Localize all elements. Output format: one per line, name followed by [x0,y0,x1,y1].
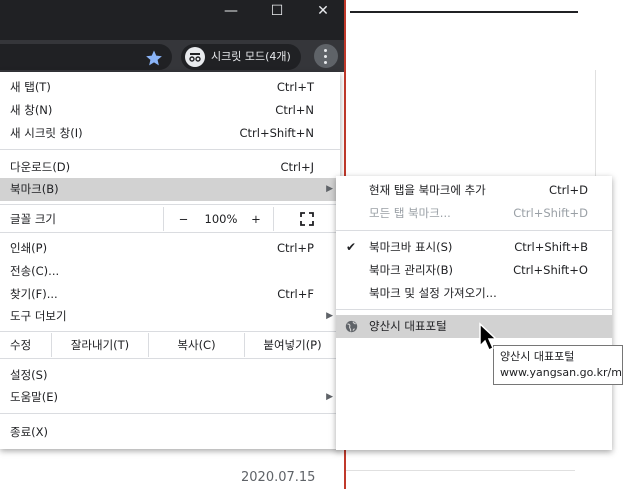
menu-item-exit[interactable]: 종료(X) [0,421,340,444]
zoom-level: 100% [204,212,238,226]
submenu-item-shortcut: Ctrl+Shift+B [514,240,588,254]
menu-item-cast[interactable]: 전송(C)... [0,260,340,283]
incognito-icon [185,47,205,67]
menu-item-shortcut: Ctrl+P [276,241,314,255]
kebab-dot-icon [324,61,327,64]
menu-item-label: 도움말(E) [10,390,58,404]
zoom-out-button[interactable]: − [163,207,203,231]
menu-item-label: 찾기(F)... [10,287,58,301]
edit-label: 수정 [10,338,32,352]
submenu-item-shortcut: Ctrl+Shift+D [513,206,588,220]
menu-item-shortcut: Ctrl+Shift+N [239,126,314,140]
submenu-item-bookmark-manager[interactable]: 북마크 관리자(B) Ctrl+Shift+O [336,259,612,282]
menu-item-label: 전송(C)... [10,264,60,278]
menu-item-label: 새 탭(T) [10,80,51,94]
submenu-arrow-icon: ▶ [326,184,333,194]
submenu-arrow-icon: ▶ [326,392,333,402]
menu-item-shortcut: Ctrl+T [276,80,314,94]
submenu-item-bookmark-all: 모든 탭 북마크... Ctrl+Shift+D [336,202,612,225]
kebab-dot-icon [324,55,327,58]
star-icon[interactable] [145,49,163,67]
submenu-item-shortcut: Ctrl+Shift+O [513,263,588,277]
paste-button[interactable]: 붙여넣기(P) [244,333,340,357]
menu-item-settings[interactable]: 설정(S) [0,364,340,387]
checkmark-icon: ✔ [346,240,357,254]
fullscreen-button[interactable] [273,207,340,231]
submenu-item-label: 북마크 및 설정 가져오기... [369,286,497,300]
submenu-item-shortcut: Ctrl+D [549,183,588,197]
menu-separator [0,149,340,150]
menu-separator [0,331,340,332]
title-bar: — ☐ ✕ [0,0,344,40]
menu-item-shortcut: Ctrl+F [277,287,314,301]
more-menu-button[interactable] [314,44,338,68]
menu-separator [0,358,340,359]
tooltip-title: 양산시 대표포털 [500,350,575,363]
submenu-item-label: 현재 탭을 북마크에 추가 [369,183,486,197]
menu-item-shortcut: Ctrl+N [275,103,314,117]
submenu-item-label: 모든 탭 북마크... [369,206,451,220]
cut-button[interactable]: 잘라내기(T) [51,333,148,357]
submenu-item-bookmark-tab[interactable]: 현재 탭을 북마크에 추가 Ctrl+D [336,179,612,202]
copy-button[interactable]: 복사(C) [148,333,244,357]
address-bar[interactable] [0,44,172,70]
submenu-arrow-icon: ▶ [326,311,333,321]
menu-separator [0,204,340,205]
menu-item-label: 도구 더보기 [10,309,67,323]
zoom-row: 글꼴 크기 − 100% + [0,207,340,231]
menu-item-find[interactable]: 찾기(F)... Ctrl+F [0,283,340,306]
menu-item-help[interactable]: 도움말(E) ▶ [0,386,340,409]
page-divider [350,11,578,13]
menu-item-label: 북마크(B) [10,182,59,196]
submenu-item-import[interactable]: 북마크 및 설정 가져오기... [336,282,612,305]
menu-item-label: 새 창(N) [10,103,53,117]
globe-icon [345,320,358,333]
submenu-item-label: 북마크바 표시(S) [369,240,453,254]
menu-separator [0,232,340,233]
maximize-button[interactable]: ☐ [254,0,300,24]
tooltip-url: www.yangsan.go.kr/ma [500,366,623,379]
mouse-cursor-icon [479,322,498,352]
incognito-label: 시크릿 모드(4개) [211,50,291,63]
submenu-item-show-bookmark-bar[interactable]: ✔ 북마크바 표시(S) Ctrl+Shift+B [336,236,612,259]
submenu-item-label: 양산시 대표포털 [369,319,447,333]
menu-item-label: 설정(S) [10,368,48,382]
menu-item-print[interactable]: 인쇄(P) Ctrl+P [0,237,340,260]
menu-item-more-tools[interactable]: 도구 더보기 ▶ [0,305,340,328]
chrome-main-menu: 새 탭(T) Ctrl+T 새 창(N) Ctrl+N 새 시크릿 창(I) C… [0,72,340,449]
menu-item-shortcut: Ctrl+J [280,160,315,174]
bookmark-tooltip: 양산시 대표포털 www.yangsan.go.kr/ma [493,345,623,385]
edit-row: 수정 잘라내기(T) 복사(C) 붙여넣기(P) [0,333,340,357]
menu-item-new-tab[interactable]: 새 탭(T) Ctrl+T [0,76,340,99]
incognito-indicator[interactable]: 시크릿 모드(4개) [181,44,301,70]
menu-item-label: 새 시크릿 창(I) [10,126,83,140]
menu-separator [336,230,612,231]
zoom-in-button[interactable]: + [239,207,273,231]
menu-separator [0,413,340,414]
list-date: 2020.07.15 [241,470,316,485]
page-panel-bottom-border [335,470,575,471]
menu-item-label: 다운로드(D) [10,160,71,174]
zoom-label: 글꼴 크기 [10,212,56,226]
toolbar: 시크릿 모드(4개) [0,40,344,72]
bookmark-item-yangsan[interactable]: 양산시 대표포털 [336,315,612,338]
menu-item-bookmarks[interactable]: 북마크(B) ▶ [0,178,340,201]
fullscreen-icon [300,212,314,226]
menu-item-new-incognito[interactable]: 새 시크릿 창(I) Ctrl+Shift+N [0,122,340,145]
bookmarks-submenu: 현재 탭을 북마크에 추가 Ctrl+D 모든 탭 북마크... Ctrl+Sh… [336,176,612,450]
close-button[interactable]: ✕ [300,0,346,24]
menu-item-label: 인쇄(P) [10,241,48,255]
menu-separator [336,309,612,310]
kebab-dot-icon [324,49,327,52]
submenu-item-label: 북마크 관리자(B) [369,263,453,277]
menu-item-downloads[interactable]: 다운로드(D) Ctrl+J [0,156,340,179]
menu-item-new-window[interactable]: 새 창(N) Ctrl+N [0,99,340,122]
minimize-button[interactable]: — [208,0,254,24]
menu-item-label: 종료(X) [10,425,49,439]
